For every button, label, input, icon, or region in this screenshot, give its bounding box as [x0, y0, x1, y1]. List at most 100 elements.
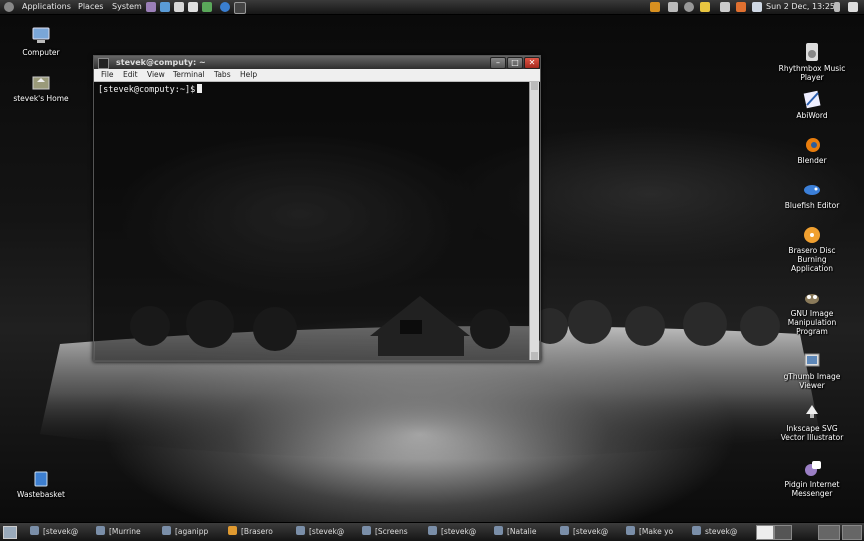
desktop-icon-blender[interactable]: Blender	[777, 134, 847, 165]
terminal-scrollbar[interactable]	[529, 82, 539, 360]
clock[interactable]: Sun 2 Dec, 13:25	[766, 0, 835, 14]
browser-icon	[162, 526, 171, 535]
tray-tools-icon[interactable]	[736, 2, 746, 12]
workspace-4[interactable]	[842, 525, 862, 540]
taskbar-item[interactable]: stevek@	[692, 525, 748, 539]
launcher-icon[interactable]	[146, 2, 156, 12]
workspace-2[interactable]	[774, 525, 792, 540]
scroll-down-arrow[interactable]	[531, 352, 538, 360]
taskbar-item[interactable]: [Screens	[362, 525, 424, 539]
menu-terminal[interactable]: Terminal	[173, 69, 205, 81]
taskbar-item[interactable]: [Brasero	[228, 525, 290, 539]
app-launcher-icon[interactable]	[188, 2, 198, 12]
menu-help[interactable]: Help	[240, 69, 257, 81]
abiword-icon	[802, 89, 822, 109]
desktop-icon-abiword[interactable]: AbiWord	[777, 89, 847, 120]
desktop-icon-rhythmbox[interactable]: Rhythmbox Music Player	[777, 42, 847, 82]
minimize-button[interactable]: –	[490, 57, 506, 69]
terminal-launcher-icon[interactable]	[234, 2, 246, 14]
desktop-icon-label: AbiWord	[796, 111, 828, 120]
pidgin-icon	[802, 458, 822, 478]
terminal-icon	[30, 526, 39, 535]
text-cursor	[197, 84, 203, 93]
desktop-icon-computer[interactable]: Computer	[6, 26, 76, 57]
tray-network-icon[interactable]	[668, 2, 678, 12]
applications-menu[interactable]: Applications	[22, 0, 71, 14]
workspace-3[interactable]	[818, 525, 840, 540]
desktop-icon-label: Computer	[22, 48, 60, 57]
desktop-icon-label: Rhythmbox Music Player	[778, 64, 846, 82]
screenshot-icon	[362, 526, 371, 535]
terminal-icon	[428, 526, 437, 535]
menu-edit[interactable]: Edit	[123, 69, 138, 81]
browser-icon[interactable]	[160, 2, 170, 12]
terminal-titlebar[interactable]: stevek@computy: ~ – □ ✕	[94, 56, 540, 69]
browser-icon	[626, 526, 635, 535]
trash-icon	[31, 468, 51, 488]
brasero-icon	[228, 526, 237, 535]
tray-doc-icon[interactable]	[752, 2, 762, 12]
maximize-button[interactable]: □	[507, 57, 523, 69]
terminal-icon	[692, 526, 701, 535]
bluefish-icon	[802, 179, 822, 199]
taskbar-item[interactable]: [stevek@	[296, 525, 354, 539]
gimp-icon	[802, 287, 822, 307]
taskbar-item[interactable]: [Make yo	[626, 525, 686, 539]
taskbar-item[interactable]: [Murrine	[96, 525, 154, 539]
taskbar-item[interactable]: [stevek@	[560, 525, 620, 539]
top-panel: Applications Places System Sun 2 Dec, 13…	[0, 0, 864, 15]
desktop-icon-inkscape[interactable]: Inkscape SVG Vector Illustrator	[777, 402, 847, 442]
desktop-icon-wastebasket[interactable]: Wastebasket	[6, 468, 76, 499]
window-title: stevek@computy: ~	[116, 58, 206, 67]
desktop-icon-label: Inkscape SVG Vector Illustrator	[780, 424, 844, 442]
terminal-icon	[296, 526, 305, 535]
desktop-icon-gimp[interactable]: GNU Image Manipulation Program	[777, 287, 847, 336]
tray-clipboard-icon[interactable]	[720, 2, 730, 12]
desktop-icon-label: gThumb Image Viewer	[783, 372, 841, 390]
terminal-prompt: [stevek@computy:~]$	[98, 84, 203, 95]
taskbar-item[interactable]: [stevek@	[30, 525, 88, 539]
volume-icon[interactable]	[834, 2, 840, 12]
places-menu[interactable]: Places	[78, 0, 103, 14]
terminal-menubar: File Edit View Terminal Tabs Help	[94, 69, 540, 82]
menu-view[interactable]: View	[147, 69, 165, 81]
taskbar-item[interactable]: [aganipp	[162, 525, 220, 539]
terminal-window[interactable]: stevek@computy: ~ – □ ✕ File Edit View T…	[93, 55, 541, 362]
tray-app-icon[interactable]	[650, 2, 660, 12]
terminal-icon	[560, 526, 569, 535]
show-desktop-icon[interactable]	[3, 526, 17, 539]
tray-notes-icon[interactable]	[700, 2, 710, 12]
brasero-icon	[802, 224, 822, 244]
desktop-icon-label: Wastebasket	[17, 490, 65, 499]
desktop-icon-brasero[interactable]: Brasero Disc Burning Application	[777, 224, 847, 273]
desktop-icon-home[interactable]: stevek's Home	[6, 72, 76, 103]
taskbar-item[interactable]: [Natalie	[494, 525, 552, 539]
terminal-screen[interactable]: [stevek@computy:~]$	[95, 82, 529, 360]
blender-icon	[802, 134, 822, 154]
desktop-icon-label: Bluefish Editor	[784, 201, 840, 210]
menu-tabs[interactable]: Tabs	[214, 69, 231, 81]
editor-icon[interactable]	[202, 2, 212, 12]
network-icon[interactable]	[220, 2, 230, 12]
system-menu[interactable]: System	[112, 0, 142, 14]
terminal-app-icon[interactable]	[98, 58, 109, 69]
desktop-icon-label: stevek's Home	[13, 94, 69, 103]
workspace-1[interactable]	[756, 525, 774, 540]
desktop-icon-label: Blender	[797, 156, 827, 165]
inkscape-icon	[802, 402, 822, 422]
taskbar-item[interactable]: [stevek@	[428, 525, 488, 539]
desktop-icon-bluefish[interactable]: Bluefish Editor	[777, 179, 847, 210]
close-button[interactable]: ✕	[524, 57, 540, 69]
gnome-foot-icon[interactable]	[4, 2, 14, 12]
menu-file[interactable]: File	[101, 69, 114, 81]
desktop-icon-label: GNU Image Manipulation Program	[787, 309, 837, 336]
tray-clock-icon[interactable]	[684, 2, 694, 12]
computer-icon	[31, 26, 51, 46]
scroll-up-arrow[interactable]	[531, 82, 538, 90]
desktop-icon-gthumb[interactable]: gThumb Image Viewer	[777, 350, 847, 390]
rhythmbox-icon	[802, 42, 822, 62]
browser-icon	[96, 526, 105, 535]
user-switch-icon[interactable]	[848, 2, 858, 12]
mail-icon[interactable]	[174, 2, 184, 12]
desktop-icon-pidgin[interactable]: Pidgin Internet Messenger	[777, 458, 847, 498]
